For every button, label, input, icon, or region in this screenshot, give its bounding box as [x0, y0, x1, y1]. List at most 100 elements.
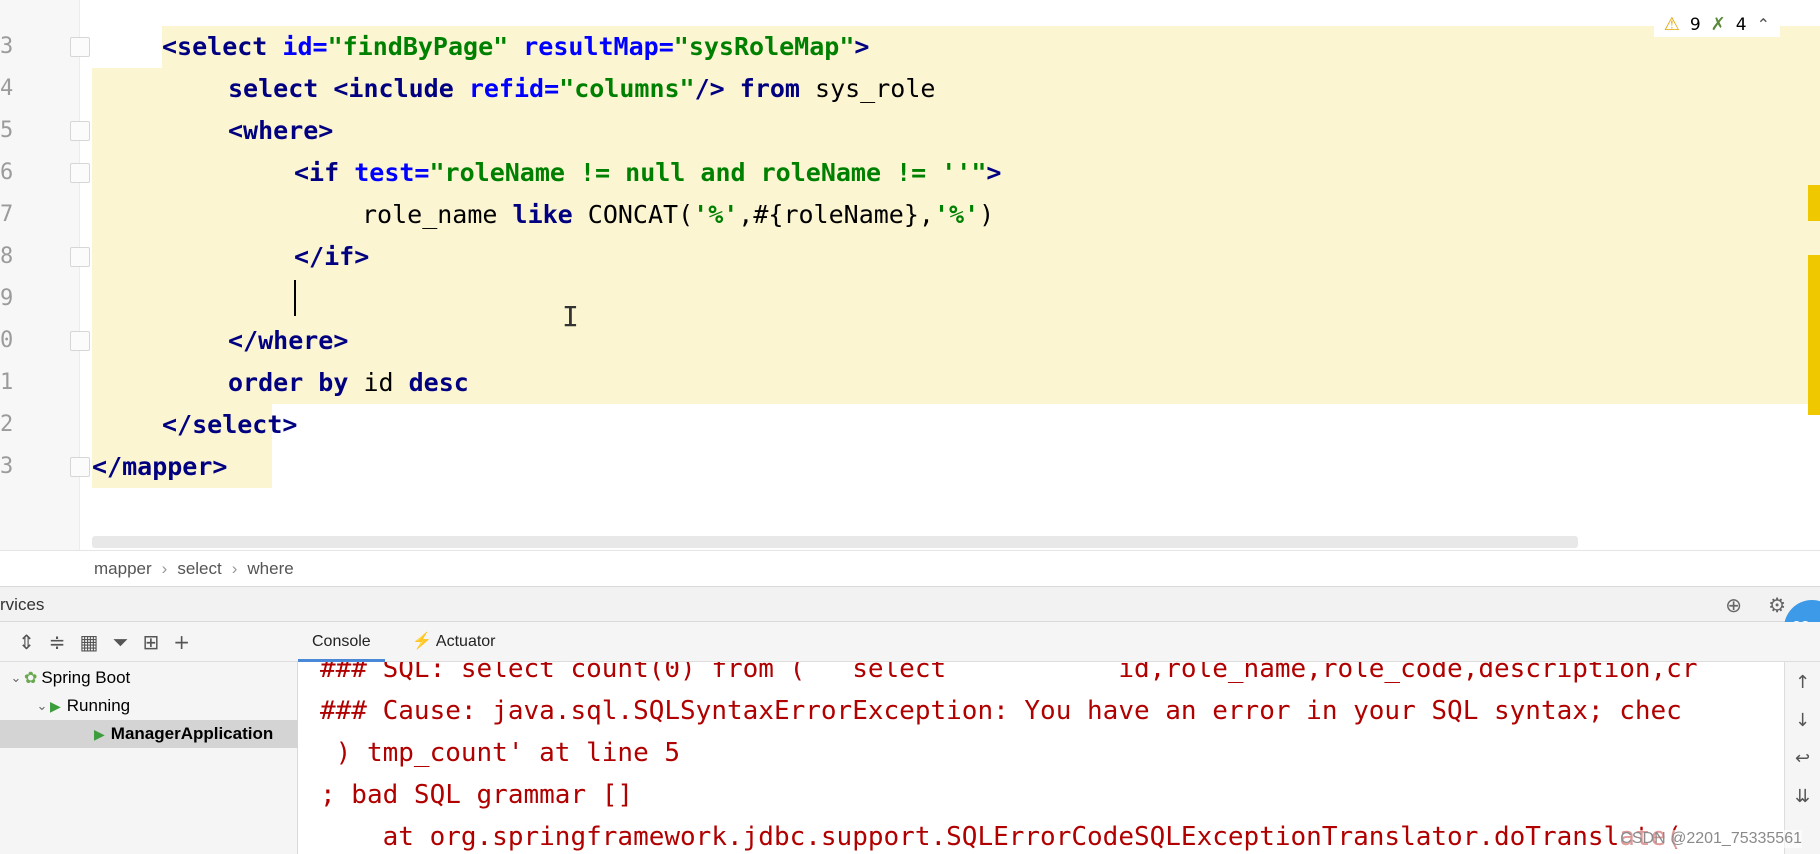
code-token: > — [986, 158, 1002, 187]
tree-item-running[interactable]: ⌄ ▶ Running — [0, 692, 298, 720]
code-area[interactable]: <select id="findByPage" resultMap="sysRo… — [92, 0, 1820, 530]
chevron-down-icon[interactable]: ⌄ — [8, 670, 24, 686]
code-token: id= — [282, 32, 328, 61]
code-line: order by id desc — [228, 362, 469, 404]
line-number: 9 — [0, 286, 14, 311]
breadcrumb-item-where[interactable]: where — [247, 559, 293, 579]
line-number: 3 — [0, 34, 14, 59]
console-side-toolbar: ↑ ↓ ↩ ⇊ — [1784, 662, 1820, 854]
crosshair-icon[interactable]: ⊕ — [1725, 593, 1742, 618]
console-line: ; bad SQL grammar [] — [320, 780, 634, 810]
tree-item-label: Spring Boot — [41, 668, 131, 687]
line-number: 1 — [0, 370, 14, 395]
gear-icon[interactable]: ⚙ — [1768, 593, 1786, 618]
soft-wrap-icon[interactable]: ↩ — [1795, 748, 1810, 769]
fold-marker[interactable] — [70, 247, 90, 267]
services-tree[interactable]: ⌄ ✿ Spring Boot ⌄ ▶ Running ▶ ManagerApp… — [0, 662, 298, 854]
chevron-up-icon[interactable]: ⌃ — [1757, 15, 1770, 34]
code-token: id — [363, 368, 409, 397]
breadcrumb-item-select[interactable]: select — [177, 559, 221, 579]
fold-marker[interactable] — [70, 121, 90, 141]
code-token: > — [854, 32, 870, 61]
run-icon: ▶ — [50, 697, 61, 714]
fold-marker[interactable] — [70, 457, 90, 477]
filter-icon[interactable]: ⏷ — [112, 630, 128, 654]
add-icon[interactable]: + — [173, 630, 190, 654]
warning-count: 9 — [1689, 14, 1701, 35]
text-caret — [294, 280, 296, 316]
line-number: 5 — [0, 118, 14, 143]
console-output[interactable]: ### SQL: select count(0) from ( select i… — [298, 662, 1784, 854]
code-line: <where> — [228, 110, 333, 152]
fold-marker[interactable] — [70, 163, 90, 183]
tab-label: Console — [312, 633, 371, 650]
tree-item-manager-application[interactable]: ▶ ManagerApplication — [0, 720, 298, 748]
code-token: order by — [228, 368, 364, 397]
chevron-right-icon: › — [161, 558, 168, 578]
code-token: role_name — [362, 200, 513, 229]
breadcrumb-item-mapper[interactable]: mapper — [94, 559, 152, 579]
tab-console[interactable]: Console — [298, 622, 385, 662]
code-token: from — [739, 74, 816, 103]
code-token: </where> — [228, 326, 349, 355]
services-toolbar: ⇕ ≑ ▦ ⏷ ⊞ + — [0, 622, 298, 662]
chevron-down-icon[interactable]: ⌄ — [34, 698, 50, 714]
tab-label: Actuator — [435, 633, 496, 650]
code-token: </select> — [162, 410, 298, 439]
code-token: "sysRoleMap" — [673, 32, 855, 61]
collapse-all-icon[interactable]: ≑ — [49, 630, 66, 654]
scroll-to-end-icon[interactable]: ⇊ — [1795, 786, 1810, 807]
code-token: resultMap= — [523, 32, 674, 61]
mouse-ibeam-cursor: I — [562, 300, 579, 333]
code-line: </where> — [228, 320, 348, 362]
services-title: rvices — [0, 595, 45, 614]
inspection-widget[interactable]: ⚠ 9 ✗ 4 ⌃ — [1653, 12, 1780, 37]
weak-warning-count: 4 — [1735, 14, 1747, 35]
services-header: rvices ⊕ ⚙ — [0, 586, 1820, 622]
line-number: 3 — [0, 454, 14, 479]
expand-all-icon[interactable]: ⇕ — [18, 630, 35, 654]
run-icon: ▶ — [94, 725, 105, 742]
stripe-marker[interactable] — [1808, 255, 1820, 415]
console-line: ### Cause: java.sql.SQLSyntaxErrorExcept… — [320, 696, 1682, 726]
tree-item-spring-boot[interactable]: ⌄ ✿ Spring Boot — [0, 664, 298, 692]
tab-actuator[interactable]: ⚡ Actuator — [398, 622, 510, 662]
console-line: at org.springframework.jdbc.support.SQLE… — [320, 822, 1682, 852]
code-token: select — [228, 74, 334, 103]
chevron-right-icon: › — [231, 558, 238, 578]
new-tab-icon[interactable]: ⊞ — [142, 630, 159, 654]
actuator-icon: ⚡ — [412, 633, 432, 650]
watermark: CSDN @2201_75335561 — [1620, 830, 1802, 848]
arrow-up-icon[interactable]: ↑ — [1795, 672, 1810, 693]
console-line: ### SQL: select count(0) from ( select i… — [320, 662, 1698, 684]
code-token: test= — [354, 158, 430, 187]
stripe-marker[interactable] — [1808, 185, 1820, 221]
line-number: 4 — [0, 76, 14, 101]
code-token: refid= — [468, 74, 560, 103]
code-token: like — [512, 200, 588, 229]
breadcrumb: mapper › select › where — [0, 550, 1820, 586]
console-line: ) tmp_count' at line 5 — [320, 738, 681, 768]
code-line: select <include refid="columns"/> from s… — [228, 68, 935, 110]
code-token: CONCAT( — [587, 200, 694, 229]
warning-icon: ⚠ — [1663, 14, 1680, 35]
code-token: '%' — [693, 200, 739, 229]
line-number-gutter: 3 4 5 6 7 8 9 0 1 2 3 — [0, 0, 80, 550]
fold-marker[interactable] — [70, 37, 90, 57]
code-line: <select id="findByPage" resultMap="sysRo… — [162, 26, 869, 68]
error-stripe[interactable] — [1806, 0, 1820, 550]
code-line: </mapper> — [92, 446, 227, 488]
line-number: 0 — [0, 328, 14, 353]
code-editor[interactable]: 3 4 5 6 7 8 9 0 1 2 3 <select id="findBy… — [0, 0, 1820, 550]
code-token: <if — [294, 158, 355, 187]
group-icon[interactable]: ▦ — [80, 630, 99, 654]
tree-item-label: ManagerApplication — [110, 724, 274, 743]
code-token: sys_role — [815, 74, 936, 103]
weak-warning-icon: ✗ — [1710, 14, 1726, 35]
fold-marker[interactable] — [70, 331, 90, 351]
horizontal-scrollbar[interactable] — [92, 536, 1578, 548]
code-token: </mapper> — [92, 452, 228, 481]
console-tabs: Console ⚡ Actuator — [298, 622, 1820, 662]
code-token: ,#{roleName}, — [738, 200, 934, 229]
arrow-down-icon[interactable]: ↓ — [1795, 710, 1810, 731]
